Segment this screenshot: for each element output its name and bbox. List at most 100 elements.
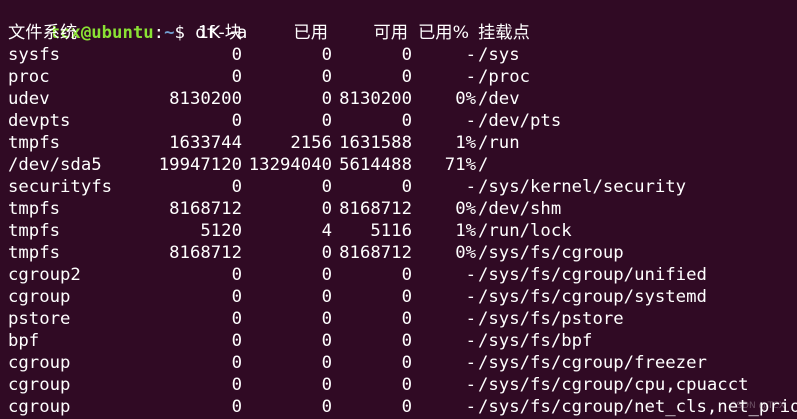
cell-blocks: 8130200	[169, 89, 242, 109]
table-row: cgroup 0 0 0 -/sys/fs/cgroup/cpu,cpuacct	[8, 374, 788, 396]
cell-available: 5116	[370, 221, 412, 241]
cell-available: 0	[401, 353, 412, 373]
cell-blocks: 0	[231, 177, 242, 197]
cell-filesystem: tmpfs	[8, 221, 61, 241]
cell-available: 0	[401, 111, 412, 131]
cell-mounted-on: /sys/fs/cgroup	[478, 243, 624, 263]
header-filesystem: 文件系统	[8, 23, 78, 43]
table-row: tmpfs 8168712 0 8168712 0%/sys/fs/cgroup	[8, 242, 788, 264]
cell-filesystem: pstore	[8, 309, 71, 329]
cell-filesystem: udev	[8, 89, 50, 109]
cell-available: 8168712	[339, 243, 412, 263]
table-row: cgroup2 0 0 0 -/sys/fs/cgroup/unified	[8, 264, 788, 286]
cell-blocks: 0	[231, 265, 242, 285]
cell-used: 0	[321, 331, 332, 351]
cell-mounted-on: /sys/kernel/security	[478, 177, 687, 197]
cell-available: 0	[401, 331, 412, 351]
cell-blocks: 1633744	[169, 133, 242, 153]
table-row: cgroup 0 0 0 -/sys/fs/cgroup/systemd	[8, 286, 788, 308]
cell-blocks: 5120	[200, 221, 242, 241]
table-row: pstore 0 0 0 -/sys/fs/pstore	[8, 308, 788, 330]
cell-filesystem: securityfs	[8, 177, 113, 197]
cell-filesystem: bpf	[8, 331, 40, 351]
cell-available: 0	[401, 265, 412, 285]
cell-used: 0	[321, 375, 332, 395]
cell-use-pct: 0%	[455, 243, 476, 263]
command-prompt-line: tcx@ubuntu:~$ df -a	[8, 0, 248, 43]
cell-use-pct: -	[465, 111, 476, 131]
table-row: securityfs 0 0 0 -/sys/kernel/security	[8, 176, 788, 198]
cell-mounted-on: /sys/fs/cgroup/cpu,cpuacct	[478, 375, 749, 395]
cell-use-pct: 1%	[455, 221, 476, 241]
cell-available: 0	[401, 309, 412, 329]
cell-mounted-on: /proc	[478, 67, 531, 87]
cell-use-pct: -	[465, 177, 476, 197]
cell-mounted-on: /dev	[478, 89, 520, 109]
cell-mounted-on: /run	[478, 133, 520, 153]
cell-blocks: 19947120	[158, 155, 242, 175]
cell-blocks: 0	[231, 309, 242, 329]
cell-blocks: 0	[231, 375, 242, 395]
cell-mounted-on: /sys/fs/cgroup/systemd	[478, 287, 707, 307]
table-row: tmpfs 5120 4 5116 1%/run/lock	[8, 220, 788, 242]
watermark: CSDN @TCX	[730, 401, 785, 411]
cell-use-pct: -	[465, 309, 476, 329]
cell-available: 0	[401, 287, 412, 307]
cell-used: 0	[321, 111, 332, 131]
cell-used: 0	[321, 353, 332, 373]
table-row: tmpfs 1633744 2156 1631588 1%/run	[8, 132, 788, 154]
cell-use-pct: -	[465, 331, 476, 351]
cell-filesystem: cgroup	[8, 353, 71, 373]
cell-available: 0	[401, 375, 412, 395]
table-row: udev 8130200 0 8130200 0%/dev	[8, 88, 788, 110]
cell-mounted-on: /sys/fs/bpf	[478, 331, 593, 351]
cell-use-pct: -	[465, 265, 476, 285]
cell-mounted-on: /sys/fs/cgroup/unified	[478, 265, 707, 285]
terminal-window[interactable]: tcx@ubuntu:~$ df -a 文件系统 1K-块 已用 可用 已用% …	[0, 0, 797, 419]
cell-filesystem: cgroup	[8, 397, 71, 417]
cell-available: 8130200	[339, 89, 412, 109]
table-row: proc 0 0 0 -/proc	[8, 66, 788, 88]
cell-use-pct: 0%	[455, 89, 476, 109]
table-row: devpts 0 0 0 -/dev/pts	[8, 110, 788, 132]
table-header: 文件系统 1K-块 已用 可用 已用% 挂载点	[8, 22, 788, 44]
cell-use-pct: -	[465, 67, 476, 87]
cell-used: 0	[321, 309, 332, 329]
cell-blocks: 0	[231, 331, 242, 351]
cell-mounted-on: /run/lock	[478, 221, 572, 241]
cell-available: 0	[401, 45, 412, 65]
cell-available: 0	[401, 397, 412, 417]
cell-blocks: 0	[231, 287, 242, 307]
cell-used: 0	[321, 287, 332, 307]
cell-available: 5614488	[339, 155, 412, 175]
cell-available: 8168712	[339, 199, 412, 219]
header-blocks: 1K-块	[197, 23, 242, 43]
header-mounted-on: 挂载点	[478, 23, 530, 43]
cell-used: 4	[321, 221, 332, 241]
cell-blocks: 8168712	[169, 199, 242, 219]
cell-filesystem: cgroup	[8, 287, 71, 307]
cell-used: 0	[321, 67, 332, 87]
cell-used: 0	[321, 89, 332, 109]
cell-filesystem: sysfs	[8, 45, 61, 65]
header-used: 已用	[293, 23, 328, 43]
cell-available: 0	[401, 177, 412, 197]
table-row: sysfs 0 0 0 -/sys	[8, 44, 788, 66]
cell-used: 0	[321, 243, 332, 263]
cell-use-pct: -	[465, 397, 476, 417]
cell-used: 0	[321, 177, 332, 197]
cell-mounted-on: /sys/fs/cgroup/freezer	[478, 353, 707, 373]
cell-use-pct: -	[465, 287, 476, 307]
cell-available: 0	[401, 67, 412, 87]
cell-filesystem: tmpfs	[8, 199, 61, 219]
header-available: 可用	[373, 23, 408, 43]
cell-used: 0	[321, 45, 332, 65]
cell-use-pct: -	[465, 353, 476, 373]
table-row: /dev/sda5 19947120 13294040 5614488 71% /	[8, 154, 788, 176]
cell-mounted-on: /dev/shm	[478, 199, 562, 219]
cell-use-pct: 1%	[455, 133, 476, 153]
cell-blocks: 8168712	[169, 243, 242, 263]
cell-filesystem: tmpfs	[8, 133, 61, 153]
cell-blocks: 0	[231, 397, 242, 417]
cell-used: 0	[321, 397, 332, 417]
